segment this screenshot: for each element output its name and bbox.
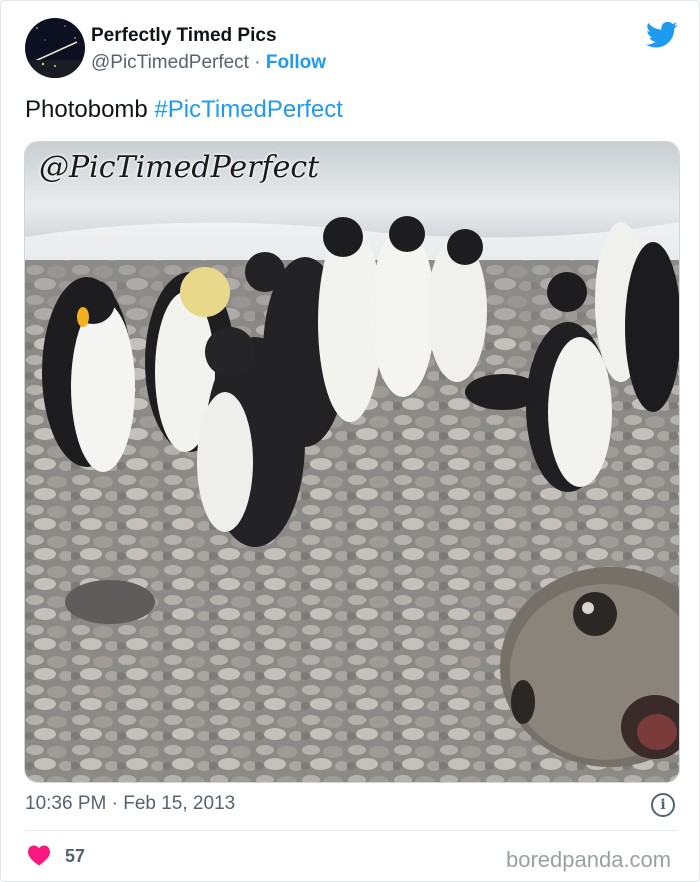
time-separator: · [106,793,124,814]
tweet-photo[interactable]: @PicTimedPerfect [24,141,680,783]
tweet-timestamp[interactable]: 10:36 PM · Feb 15, 2013 [25,793,235,815]
divider [25,830,677,831]
tweet-body: Photobomb [25,96,155,123]
avatar[interactable] [25,18,85,78]
tweet-card: Perfectly Timed Pics @PicTimedPerfect · … [0,0,700,882]
info-icon[interactable]: i [651,793,675,817]
follow-link[interactable]: Follow [266,52,326,73]
meta-separator: · [248,52,266,73]
hashtag-link[interactable]: #PicTimedPerfect [154,96,343,123]
author-meta: @PicTimedPerfect · Follow [91,52,326,74]
avatar-image [25,18,85,78]
tweet-text: Photobomb #PicTimedPerfect [25,96,343,124]
image-watermark: @PicTimedPerfect [39,150,320,185]
info-symbol: i [660,797,666,813]
heart-icon[interactable] [27,844,51,866]
author-handle[interactable]: @PicTimedPerfect [91,52,249,73]
twitter-bird-icon[interactable] [646,21,678,49]
source-credit: boredpanda.com [506,847,672,872]
penguins-photobomb-image [25,142,679,782]
author-name[interactable]: Perfectly Timed Pics [91,25,277,47]
tweet-date: Feb 15, 2013 [123,793,236,814]
like-count[interactable]: 57 [65,846,85,867]
tweet-time: 10:36 PM [25,793,107,814]
